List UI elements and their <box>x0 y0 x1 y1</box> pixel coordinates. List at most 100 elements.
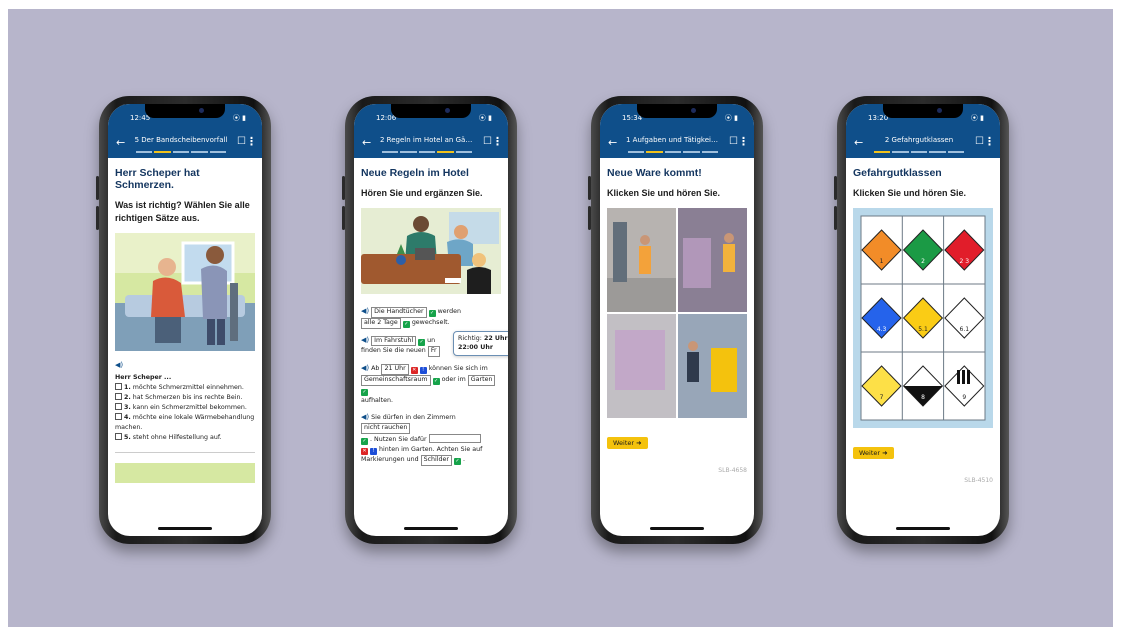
checkbox[interactable] <box>115 383 122 391</box>
exercise-heading: Herr Scheper hat Schmerzen. <box>115 167 200 191</box>
sentence-1: ◀) Die Handtücher ✓ werden alle 2 Tage ✓ … <box>361 307 461 329</box>
bookmark-icon[interactable]: ☐ <box>483 136 492 147</box>
svg-text:4.3: 4.3 <box>877 326 887 333</box>
hotel-meeting-illustration <box>361 208 501 295</box>
home-indicator <box>404 527 458 530</box>
correct-icon: ✓ <box>432 378 440 386</box>
status-icons: ⦿ ▮ <box>724 114 738 122</box>
more-menu-icon[interactable]: ⋮ <box>492 135 503 148</box>
notch <box>145 104 225 118</box>
wrong-icon: ✕ <box>410 367 418 375</box>
sentence-3: ◀) Ab 21 Uhr ✕ ! können Sie sich im Gemei… <box>361 363 501 406</box>
back-arrow-icon[interactable]: ← <box>362 136 371 149</box>
bookmark-icon[interactable]: ☐ <box>975 136 984 147</box>
more-menu-icon[interactable]: ⋮ <box>984 135 995 148</box>
exercise-heading: Gefahrgutklassen <box>853 167 942 179</box>
bookmark-icon[interactable]: ☐ <box>729 136 738 147</box>
app-bar: ← 1 Aufgaben und Tätigkeiten ☐ ⋮ <box>600 130 754 158</box>
option-4[interactable]: 4. möchte eine lokale Wärmebehandlung ma… <box>115 413 255 433</box>
answer-gap[interactable]: Gemeinschaftsraum <box>361 375 431 386</box>
progress-segments <box>136 151 227 153</box>
next-button[interactable]: Weiter ➜ <box>607 437 648 450</box>
app-bar: ← 2 Regeln im Hotel an Gäste ... ☐ ⋮ <box>354 130 508 158</box>
answer-gap[interactable]: Die Handtücher <box>371 307 427 318</box>
svg-text:8: 8 <box>921 394 925 401</box>
info-icon[interactable]: ! <box>419 367 427 375</box>
back-arrow-icon[interactable]: ← <box>608 136 617 149</box>
exercise-instruction: Hören Sie und ergänzen Sie. <box>361 188 483 198</box>
lesson-title: 5 Der Bandscheibenvorfall <box>134 136 228 144</box>
home-indicator <box>650 527 704 530</box>
sentence-2: ◀) Im Fahrstuhl ✓ un finden Sie die neuen… <box>361 330 508 358</box>
more-menu-icon[interactable]: ⋮ <box>246 135 257 148</box>
app-bar: ← 2 Gefahrgutklassen ☐ ⋮ <box>846 130 1000 158</box>
audio-speaker-icon[interactable]: ◀) <box>361 336 369 344</box>
exercise-code: SLB-4510 <box>964 477 993 485</box>
phone-2: 12:06 ⦿ ▮ ← 2 Regeln im Hotel an Gäste .… <box>342 96 517 544</box>
answer-gap[interactable]: Im Fahrstuhl <box>371 335 417 347</box>
svg-text:9: 9 <box>962 394 966 401</box>
progress-segments <box>874 151 965 153</box>
home-indicator <box>158 527 212 530</box>
answer-gap[interactable]: alle 2 Tage <box>361 317 401 329</box>
bookmark-icon[interactable]: ☐ <box>237 136 246 147</box>
svg-text:5.1: 5.1 <box>918 326 928 333</box>
svg-text:2: 2 <box>921 258 925 265</box>
correct-icon: ✓ <box>454 458 462 466</box>
phone-3: 15:34 ⦿ ▮ ← 1 Aufgaben und Tätigkeiten ☐… <box>588 96 763 544</box>
audio-speaker-icon[interactable]: ◀) <box>361 364 369 372</box>
answer-gap[interactable]: nicht rauchen <box>361 423 411 435</box>
phone-4-screen: 13:20 ⦿ ▮ ← 2 Gefahrgutklassen ☐ ⋮ Gefah… <box>846 104 1000 536</box>
status-icons: ⦿ ▮ <box>232 114 246 122</box>
empty-answer-gap[interactable] <box>428 434 481 444</box>
status-bar: 15:34 ⦿ ▮ <box>600 104 754 130</box>
checkbox[interactable] <box>115 433 122 441</box>
sentence-4: ◀) Sie dürfen in den Zimmern nicht rauche… <box>361 413 483 466</box>
audio-speaker-icon[interactable]: ◀) <box>361 413 369 421</box>
phone-4: 13:20 ⦿ ▮ ← 2 Gefahrgutklassen ☐ ⋮ Gefah… <box>834 96 1009 544</box>
exercise-instruction: Klicken Sie und hören Sie. <box>607 188 721 198</box>
correct-answer-tooltip: Richtig: 22 Uhr / 22:00 Uhr <box>453 330 508 356</box>
status-bar: 13:20 ⦿ ▮ <box>846 104 1000 130</box>
back-arrow-icon[interactable]: ← <box>116 136 125 149</box>
answer-gap[interactable]: Schilder <box>420 455 453 466</box>
hazard-class-grid[interactable]: 1 2 2 3 4.3 5.1 6.1 7 8 9 <box>853 208 993 429</box>
option-1[interactable]: 1. möchte Schmerzmittel einnehmen. <box>115 383 255 393</box>
lesson-title: 2 Gefahrgutklassen <box>884 136 954 144</box>
option-2[interactable]: 2. hat Schmerzen bis ins rechte Bein. <box>115 393 255 403</box>
audio-speaker-icon[interactable]: ◀) <box>115 361 255 369</box>
presentation-background: 12:45 ⦿ ▮ ← 5 Der Bandscheibenvorfall ☐ … <box>8 9 1113 627</box>
lesson-title: 1 Aufgaben und Tätigkeiten <box>626 136 720 144</box>
lesson-title: 2 Regeln im Hotel an Gäste ... <box>380 136 474 144</box>
exercise-code: SLB-4658 <box>718 467 747 475</box>
phone-2-screen: 12:06 ⦿ ▮ ← 2 Regeln im Hotel an Gäste .… <box>354 104 508 536</box>
notch <box>391 104 471 118</box>
app-bar: ← 5 Der Bandscheibenvorfall ☐ ⋮ <box>108 130 262 158</box>
back-arrow-icon[interactable]: ← <box>854 136 863 149</box>
svg-text:2 3: 2 3 <box>960 258 970 265</box>
phone-1: 12:45 ⦿ ▮ ← 5 Der Bandscheibenvorfall ☐ … <box>96 96 271 544</box>
exercise-heading: Neue Ware kommt! <box>607 167 702 179</box>
next-button[interactable]: Weiter ➜ <box>853 447 894 460</box>
answer-gap[interactable]: 21 Uhr <box>381 364 409 376</box>
list-intro: Herr Scheper ... <box>115 374 172 382</box>
status-icons: ⦿ ▮ <box>970 114 984 122</box>
status-icons: ⦿ ▮ <box>478 114 492 122</box>
checkbox[interactable] <box>115 413 122 421</box>
more-menu-icon[interactable]: ⋮ <box>738 135 749 148</box>
exercise-instruction: Was ist richtig? Wählen Sie alle richtig… <box>115 200 250 224</box>
svg-text:1: 1 <box>880 258 884 265</box>
info-icon[interactable]: ! <box>370 448 378 456</box>
phone-1-screen: 12:45 ⦿ ▮ ← 5 Der Bandscheibenvorfall ☐ … <box>108 104 262 536</box>
correct-icon: ✓ <box>428 310 436 318</box>
checkbox[interactable] <box>115 403 122 411</box>
option-5[interactable]: 5. steht ohne Hilfestellung auf. <box>115 433 255 443</box>
option-3[interactable]: 3. kann ein Schmerzmittel bekommen. <box>115 403 255 413</box>
svg-text:7: 7 <box>880 394 884 401</box>
warehouse-photo-grid[interactable] <box>607 208 747 419</box>
svg-text:6.1: 6.1 <box>960 326 970 333</box>
answer-gap[interactable]: Garten <box>467 375 496 386</box>
checkbox[interactable] <box>115 393 122 401</box>
home-indicator <box>896 527 950 530</box>
audio-speaker-icon[interactable]: ◀) <box>361 307 369 315</box>
